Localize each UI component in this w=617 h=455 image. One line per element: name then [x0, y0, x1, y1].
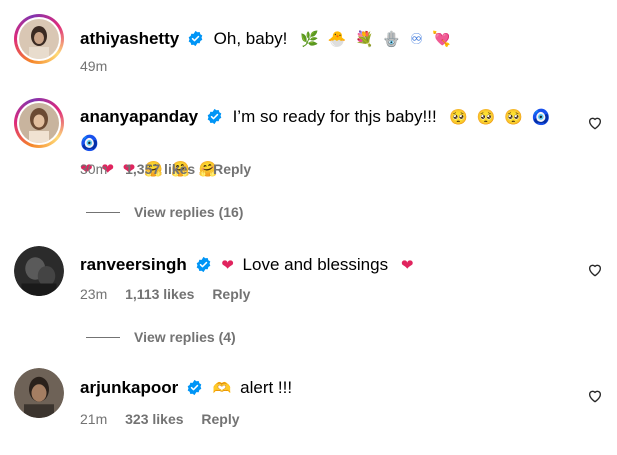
comment-text: Oh, baby!: [213, 29, 288, 48]
view-replies-label: View replies (16): [134, 204, 244, 220]
comment-body: arjunkapoor 🫶 alert !!!: [80, 375, 577, 401]
comment-time: 30m: [80, 161, 108, 177]
username[interactable]: ananyapanday: [80, 107, 198, 126]
likes-count[interactable]: 1,113 likes: [125, 286, 194, 302]
red-heart-emoji: ❤: [221, 256, 234, 274]
comment-time: 23m: [80, 286, 108, 302]
view-replies-button[interactable]: View replies (16): [86, 204, 243, 220]
username[interactable]: ranveersingh: [80, 255, 187, 274]
reply-button[interactable]: Reply: [213, 161, 251, 177]
verified-badge-icon: [196, 256, 210, 273]
comments-list: athiyashetty Oh, baby! 🌿 🐣 💐 🪬 ♾ 💘 49m a…: [0, 0, 617, 455]
reply-button[interactable]: Reply: [212, 286, 250, 302]
leaf-emoji: 🌿: [300, 30, 319, 48]
heart-outline-icon[interactable]: [587, 115, 603, 131]
comment-meta: 23m 1,113 likes Reply: [80, 286, 264, 302]
avatar[interactable]: [14, 14, 64, 64]
avatar-photo: [14, 246, 64, 296]
view-replies-button[interactable]: View replies (4): [86, 329, 236, 345]
hamsa-emoji: 🪬: [382, 30, 402, 48]
view-replies-label: View replies (4): [134, 329, 236, 345]
red-heart-emoji: ❤: [400, 256, 414, 274]
comment-meta: 21m 323 likes Reply: [80, 411, 254, 427]
likes-count[interactable]: 323 likes: [125, 411, 183, 427]
heart-arrow-emoji: 💘: [432, 30, 451, 48]
comment-time: 49m: [80, 58, 108, 74]
pleading-face-emoji: 🥺: [449, 108, 469, 126]
avatar-photo: [19, 103, 59, 143]
comment-text: I’m so ready for thjs baby!!!: [232, 107, 437, 126]
username[interactable]: arjunkapoor: [80, 378, 178, 397]
username[interactable]: athiyashetty: [80, 29, 179, 48]
avatar[interactable]: [14, 246, 64, 296]
comment-body: ranveersingh ❤ Love and blessings ❤: [80, 252, 577, 278]
infinity-emoji: ♾: [409, 30, 424, 48]
replies-divider: [86, 336, 120, 338]
pleading-face-emoji: 🥺: [476, 108, 496, 126]
verified-badge-icon: [187, 379, 202, 396]
comment-text: Love and blessings: [242, 255, 389, 274]
hatching-chick-emoji: 🐣: [327, 30, 347, 48]
comment-meta: 49m: [80, 58, 121, 74]
avatar[interactable]: [14, 368, 64, 418]
pleading-face-emoji: 🥺: [504, 108, 523, 126]
verified-badge-icon: [188, 30, 203, 47]
reply-button[interactable]: Reply: [201, 411, 239, 427]
heart-hands-emoji: 🫶: [212, 379, 232, 397]
nazar-amulet-emoji: 🧿: [531, 108, 551, 126]
heart-outline-icon[interactable]: [587, 388, 603, 404]
likes-count[interactable]: 1,357 likes: [125, 161, 195, 177]
comment-meta: 30m 1,357 likes Reply: [80, 161, 265, 177]
bouquet-emoji: 💐: [354, 30, 374, 48]
avatar-photo: [19, 19, 59, 59]
comment-body: athiyashetty Oh, baby! 🌿 🐣 💐 🪬 ♾ 💘: [80, 26, 577, 52]
verified-badge-icon: [207, 108, 222, 125]
replies-divider: [86, 211, 120, 213]
nazar-amulet-emoji: 🧿: [80, 134, 99, 152]
heart-outline-icon[interactable]: [587, 262, 603, 278]
avatar-photo: [14, 368, 64, 418]
avatar[interactable]: [14, 98, 64, 148]
comment-time: 21m: [80, 411, 108, 427]
comment-text: alert !!!: [240, 378, 293, 397]
